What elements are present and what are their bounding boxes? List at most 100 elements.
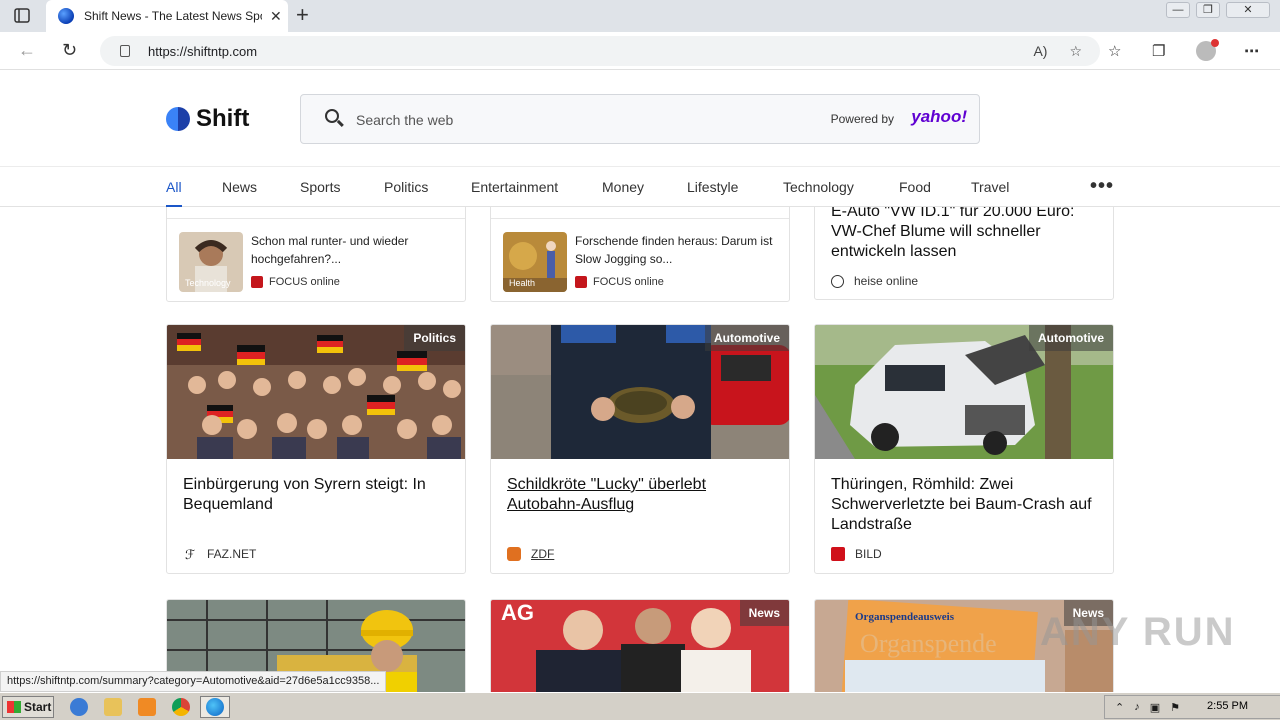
system-tray: ⌃ ♪ ▣ ⚑ (1104, 695, 1280, 719)
news-card-small[interactable]: Technology Schon mal runter- und wieder … (166, 197, 466, 302)
browser-tab[interactable]: Shift News - The Latest News Spo ✕ (46, 0, 288, 32)
chrome-icon[interactable] (172, 698, 190, 716)
nav-item-all[interactable]: All (166, 179, 182, 207)
shift-logo-icon (166, 107, 190, 131)
refresh-icon[interactable]: ↻ (62, 40, 77, 61)
thumbnail-tag: Technology (185, 278, 231, 288)
network-icon[interactable]: ▣ (1150, 701, 1160, 714)
browser-tab-bar: Shift News - The Latest News Spo ✕ + — ❐… (0, 0, 1280, 32)
address-toolbar: ← ↻ https://shiftntp.com A) ☆ ☆ ❐ ⋯ (0, 32, 1280, 70)
nav-item-travel[interactable]: Travel (971, 179, 1009, 195)
svg-text:Organspende: Organspende (860, 629, 997, 658)
faz-logo-icon: ℱ (183, 547, 197, 563)
yahoo-logo[interactable]: yahoo! (911, 107, 967, 127)
lock-icon (120, 45, 130, 57)
favorites-icon[interactable]: ☆ (1108, 42, 1121, 60)
add-favorite-icon[interactable]: ☆ (1069, 43, 1082, 60)
powered-by-label: Powered by (830, 112, 894, 126)
address-bar[interactable]: https://shiftntp.com A) ☆ (100, 36, 1100, 66)
category-nav: All News Sports Politics Entertainment M… (0, 167, 1280, 207)
link-status-url: https://shiftntp.com/summary?category=Au… (0, 671, 387, 692)
nav-item-politics[interactable]: Politics (384, 179, 428, 195)
search-input[interactable] (356, 109, 756, 131)
card-title[interactable]: Einbürgerung von Syrern steigt: In Beque… (183, 475, 453, 515)
source-name: FOCUS online (269, 276, 340, 288)
ie-icon[interactable] (70, 698, 88, 716)
collections-icon[interactable]: ❐ (1152, 42, 1165, 60)
profile-avatar[interactable] (1196, 39, 1219, 61)
start-button[interactable]: Start (2, 696, 54, 718)
tab-actions-icon[interactable] (10, 6, 34, 26)
new-tab-button[interactable]: + (296, 4, 309, 26)
thumbnail-tag: Health (509, 278, 536, 288)
news-card[interactable]: Politics Einbürgerung von Syrern steigt:… (166, 324, 466, 574)
site-favicon-icon (58, 8, 74, 24)
card-title[interactable]: Thüringen, Römhild: Zwei Schwerverletzte… (831, 475, 1101, 535)
source-name: FOCUS online (593, 276, 664, 288)
folder-icon[interactable] (104, 698, 122, 716)
card-title[interactable]: E-Auto "VW ID.1" für 20.000 Euro: VW-Che… (831, 202, 1101, 262)
media-player-icon[interactable] (138, 698, 156, 716)
windows-logo-icon (7, 701, 21, 713)
clock: 2:55 PM (1207, 700, 1248, 712)
card-source: ℱ FAZ.NET (183, 547, 257, 563)
divider (491, 218, 789, 219)
divider (167, 218, 465, 219)
card-source: ZDF (507, 547, 554, 561)
card-source: heise online (831, 274, 918, 288)
nav-item-money[interactable]: Money (602, 179, 644, 195)
url-text: https://shiftntp.com (148, 43, 258, 59)
search-box: Powered by yahoo! (300, 94, 980, 144)
svg-text:ℱ: ℱ (185, 548, 195, 561)
window-close-button[interactable]: ✕ (1226, 2, 1270, 18)
zdf-logo-icon (507, 547, 521, 561)
search-icon[interactable] (325, 109, 339, 123)
volume-icon[interactable]: ♪ (1134, 701, 1140, 713)
card-source: BILD (831, 547, 882, 561)
nav-item-food[interactable]: Food (899, 179, 931, 195)
card-title[interactable]: Forschende finden heraus: Darum ist Slow… (575, 232, 775, 268)
news-card[interactable]: AG News (490, 599, 790, 692)
svg-text:AG: AG (501, 600, 534, 625)
shift-logo[interactable]: Shift (166, 105, 249, 133)
source-name: ZDF (531, 547, 555, 561)
focus-logo-icon (251, 276, 263, 288)
nav-item-sports[interactable]: Sports (300, 179, 340, 195)
restore-button[interactable]: ❐ (1196, 2, 1220, 18)
news-card-small[interactable]: Health Forschende finden heraus: Darum i… (490, 197, 790, 302)
minimize-button[interactable]: — (1166, 2, 1190, 18)
card-source: FOCUS online (575, 276, 664, 288)
news-card[interactable]: Automotive Schildkröte "Lucky" überlebt … (490, 324, 790, 574)
card-title[interactable]: Schon mal runter- und wieder hochgefahre… (251, 232, 451, 268)
read-aloud-icon[interactable]: A) (1033, 43, 1047, 60)
back-icon[interactable]: ← (18, 40, 36, 61)
tab-close-icon[interactable]: ✕ (270, 8, 282, 25)
thumbnail-image: Health (503, 232, 567, 292)
nav-item-lifestyle[interactable]: Lifestyle (687, 179, 738, 195)
heise-logo-icon (831, 274, 844, 288)
tray-expand-icon[interactable]: ⌃ (1115, 701, 1124, 714)
source-name: heise online (854, 274, 919, 288)
source-name: FAZ.NET (207, 547, 257, 561)
category-badge: News (739, 600, 789, 626)
os-taskbar: Start ⌃ ♪ ▣ ⚑ 2:55 PM (0, 692, 1280, 720)
category-badge: Automotive (705, 325, 789, 351)
nav-item-technology[interactable]: Technology (783, 179, 854, 195)
card-source: FOCUS online (251, 276, 340, 288)
svg-text:Organspendeausweis: Organspendeausweis (855, 611, 955, 623)
news-card-text[interactable]: E-Auto "VW ID.1" für 20.000 Euro: VW-Che… (814, 197, 1114, 300)
nav-item-news[interactable]: News (222, 179, 257, 195)
page-content: Shift Powered by yahoo! Technology Schon… (0, 71, 1280, 692)
start-label: Start (24, 700, 52, 714)
flag-icon[interactable]: ⚑ (1170, 701, 1180, 714)
window-controls: — ❐ ✕ (1166, 2, 1270, 18)
news-card[interactable]: Automotive Thüringen, Römhild: Zwei Schw… (814, 324, 1114, 574)
card-title[interactable]: Schildkröte "Lucky" überlebt Autobahn-Au… (507, 475, 777, 515)
edge-taskbar-button[interactable] (200, 696, 230, 718)
nav-item-entertainment[interactable]: Entertainment (471, 179, 558, 195)
more-menu-icon[interactable]: ••• (1090, 175, 1114, 198)
tab-title: Shift News - The Latest News Spo (84, 9, 262, 23)
settings-more-icon[interactable]: ⋯ (1244, 42, 1259, 60)
source-name: BILD (855, 547, 882, 561)
focus-logo-icon (575, 276, 587, 288)
